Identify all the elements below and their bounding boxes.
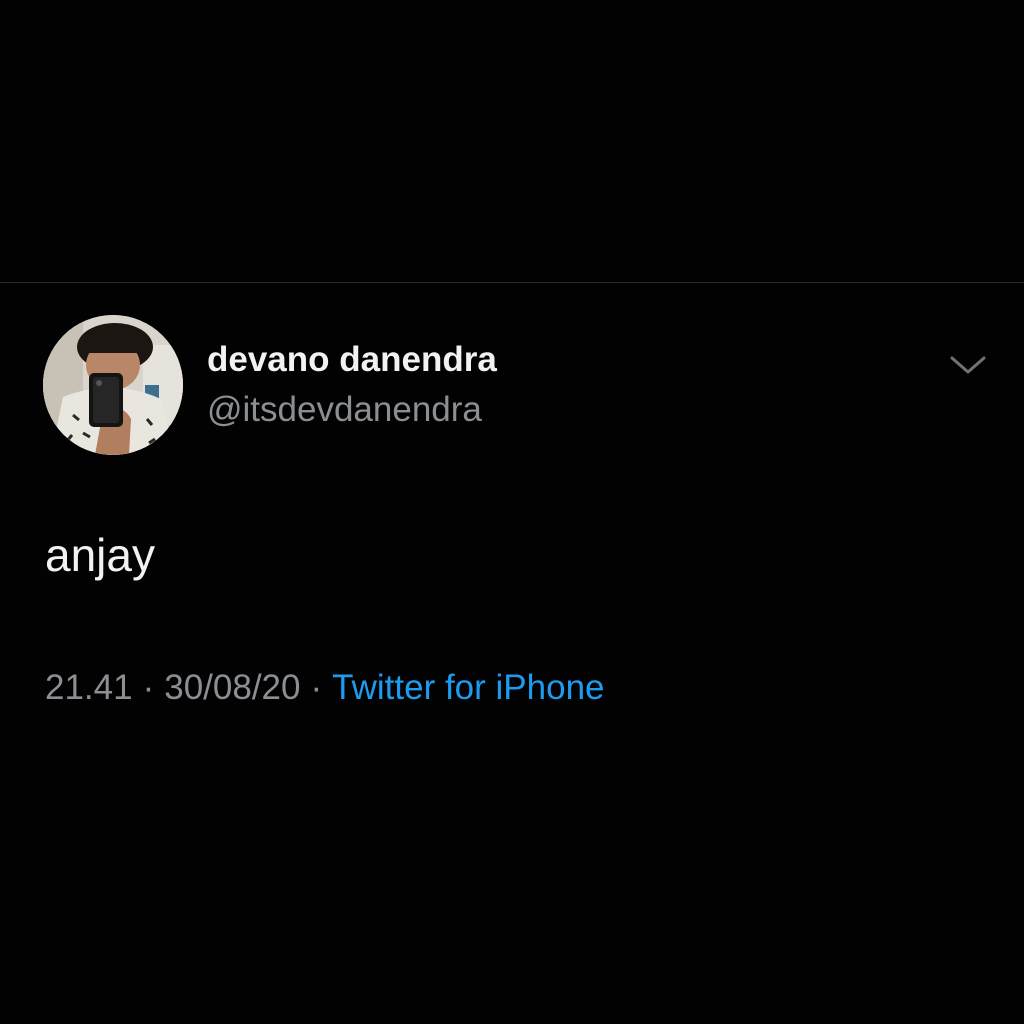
meta-separator: · — [142, 668, 155, 707]
tweet-date: 30/08/20 — [164, 668, 301, 707]
author-display-name[interactable]: devano danendra — [207, 340, 497, 380]
divider — [0, 282, 1024, 283]
tweet-source-link[interactable]: Twitter for iPhone — [332, 668, 604, 707]
tweet-time: 21.41 — [45, 668, 133, 707]
tweet-screen: devano danendra @itsdevdanendra anjay 21… — [0, 0, 1024, 1024]
chevron-down-icon[interactable] — [948, 352, 988, 378]
avatar[interactable] — [43, 315, 183, 455]
tweet-meta: 21.41 · 30/08/20 · Twitter for iPhone — [45, 668, 605, 708]
avatar-image — [43, 315, 183, 455]
author-handle[interactable]: @itsdevdanendra — [207, 390, 482, 430]
empty-top-area — [0, 0, 1024, 282]
meta-separator: · — [310, 668, 323, 707]
tweet-text: anjay — [45, 529, 155, 581]
